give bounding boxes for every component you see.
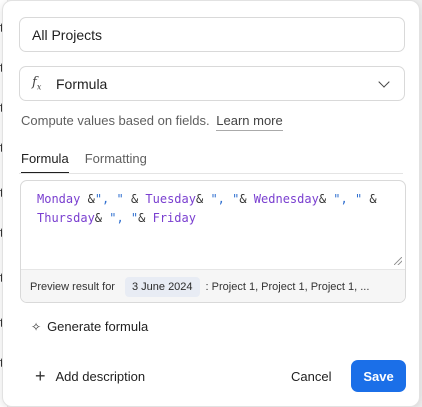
- formula-string-token: ", ": [94, 192, 124, 206]
- generate-formula-button[interactable]: ✧ Generate formula: [31, 319, 148, 334]
- help-text: Compute values based on fields. Learn mo…: [21, 113, 283, 131]
- save-button[interactable]: Save: [351, 360, 406, 392]
- help-text-label: Compute values based on fields.: [21, 113, 210, 128]
- formula-editor[interactable]: Monday &", " & Tuesday& ", "& Wednesday&…: [20, 180, 406, 303]
- formula-operator-token: &: [239, 192, 254, 206]
- tab-formula[interactable]: Formula: [21, 151, 69, 174]
- formula-code[interactable]: Monday &", " & Tuesday& ", "& Wednesday&…: [37, 190, 393, 228]
- generate-formula-label: Generate formula: [47, 319, 149, 334]
- field-name-input[interactable]: All Projects: [19, 17, 405, 52]
- formula-operator-token: &: [318, 192, 334, 206]
- add-description-button[interactable]: + Add description: [35, 366, 146, 386]
- preview-date-chip[interactable]: 3 June 2024: [124, 277, 200, 297]
- formula-field-token: Monday: [37, 192, 81, 206]
- formula-operator-token: &: [138, 211, 153, 225]
- fx-icon: fx: [32, 75, 42, 92]
- tab-formatting[interactable]: Formatting: [85, 151, 147, 174]
- formula-field-token: Tuesday: [145, 192, 196, 206]
- plus-icon: +: [35, 366, 46, 386]
- learn-more-link[interactable]: Learn more: [216, 113, 283, 131]
- field-type-select[interactable]: fx Formula: [19, 66, 405, 101]
- field-type-label: Formula: [56, 75, 108, 92]
- preview-bar: Preview result for 3 June 2024 : Project…: [21, 269, 405, 302]
- formula-field-token: Friday: [152, 211, 196, 225]
- sparkle-icon: ✧: [31, 319, 42, 334]
- formula-operator-token: &: [369, 192, 377, 206]
- formula-operator-token: &: [123, 192, 146, 206]
- formula-operator-token: &: [195, 192, 211, 206]
- formula-field-token: Wednesday: [253, 192, 319, 206]
- editor-tabs: Formula Formatting: [21, 151, 147, 174]
- chevron-down-icon: [378, 75, 390, 88]
- resize-handle-icon[interactable]: [394, 257, 402, 265]
- cancel-button[interactable]: Cancel: [291, 369, 331, 384]
- field-name-value: All Projects: [32, 26, 103, 43]
- preview-result: : Project 1, Project 1, Project 1, ...: [205, 281, 370, 293]
- formula-operator-token: &: [94, 211, 110, 225]
- formula-operator-token: &: [80, 192, 95, 206]
- formula-field-token: Thursday: [37, 211, 95, 225]
- formula-string-token: ", ": [109, 211, 139, 225]
- preview-label: Preview result for: [30, 281, 115, 293]
- field-editor-panel: All Projects fx Formula Compute values b…: [2, 0, 420, 407]
- add-description-label: Add description: [55, 369, 146, 384]
- formula-string-token: ", ": [333, 192, 363, 206]
- tabs-divider: [19, 173, 403, 174]
- formula-string-token: ", ": [210, 192, 240, 206]
